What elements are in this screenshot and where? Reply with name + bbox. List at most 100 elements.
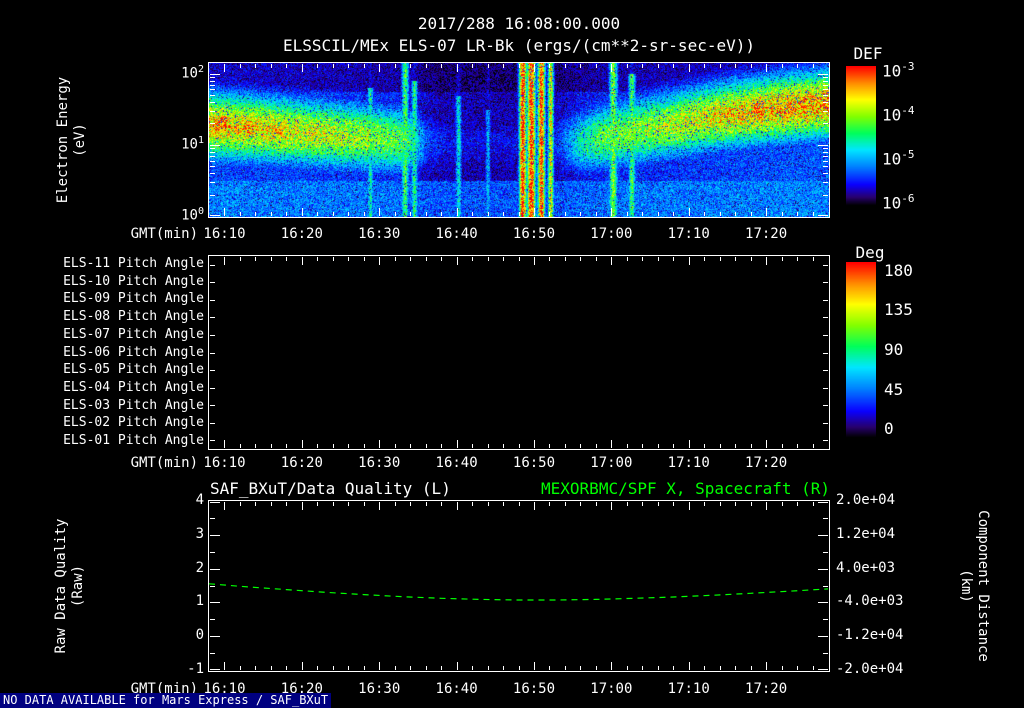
axis-tick bbox=[379, 440, 380, 448]
axis-tick bbox=[472, 666, 473, 670]
axis-tick bbox=[488, 666, 489, 670]
axis-tick bbox=[823, 440, 828, 442]
axis-tick bbox=[302, 257, 303, 265]
axis-tick bbox=[271, 212, 272, 216]
axis-tick bbox=[611, 662, 612, 670]
spectrogram-panel bbox=[208, 62, 830, 218]
axis-tick bbox=[823, 370, 828, 372]
axis-tick bbox=[271, 502, 272, 506]
axis-tick bbox=[457, 662, 458, 670]
axis-tick bbox=[210, 517, 215, 519]
deg-colorbar bbox=[846, 262, 876, 438]
axis-tick bbox=[441, 666, 442, 670]
axis-tick bbox=[457, 502, 458, 510]
axis-tick bbox=[596, 502, 597, 506]
axis-tick bbox=[210, 585, 215, 587]
axis-tick bbox=[823, 123, 828, 125]
axis-tick bbox=[823, 619, 828, 621]
axis-tick bbox=[823, 148, 828, 150]
axis-tick bbox=[549, 502, 550, 506]
axis-tick bbox=[457, 440, 458, 448]
def-colorbar-tick-label: 10-6 bbox=[882, 191, 915, 213]
axis-tick bbox=[751, 502, 752, 506]
axis-tick bbox=[689, 440, 690, 448]
axis-tick bbox=[210, 602, 220, 604]
axis-tick bbox=[823, 160, 828, 162]
axis-tick bbox=[472, 257, 473, 261]
axis-tick bbox=[503, 502, 504, 506]
axis-tick bbox=[797, 212, 798, 216]
axis-tick bbox=[720, 212, 721, 216]
axis-tick bbox=[240, 502, 241, 506]
axis-tick bbox=[658, 257, 659, 261]
axis-tick bbox=[751, 666, 752, 670]
axis-tick bbox=[627, 502, 628, 506]
axis-tick bbox=[673, 502, 674, 506]
deg-colorbar-tick-label: 90 bbox=[884, 340, 904, 359]
axis-tick bbox=[642, 666, 643, 670]
axis-tick bbox=[210, 194, 215, 196]
axis-tick bbox=[333, 444, 334, 448]
axis-tick bbox=[549, 212, 550, 216]
axis-tick bbox=[766, 440, 767, 448]
axis-tick bbox=[818, 144, 828, 146]
axis-tick bbox=[271, 257, 272, 261]
axis-tick bbox=[379, 662, 380, 670]
def-colorbar-tick-label: 10-4 bbox=[882, 104, 915, 125]
pitch-row-label: ELS-01 Pitch Angle bbox=[63, 433, 204, 449]
axis-tick bbox=[735, 502, 736, 506]
axis-tick bbox=[823, 653, 828, 655]
axis-tick bbox=[611, 257, 612, 265]
axis-tick bbox=[658, 502, 659, 506]
axis-tick bbox=[472, 502, 473, 506]
axis-tick bbox=[818, 568, 828, 570]
axis-tick bbox=[472, 64, 473, 68]
axis-tick bbox=[823, 110, 828, 112]
axis-tick bbox=[224, 440, 225, 448]
axis-tick bbox=[813, 666, 814, 670]
deg-colorbar-tick-label: 135 bbox=[884, 300, 913, 320]
axis-tick bbox=[488, 257, 489, 261]
axis-tick bbox=[210, 551, 215, 553]
pitch-row-label: ELS-06 Pitch Angle bbox=[63, 344, 204, 360]
axis-tick bbox=[410, 444, 411, 448]
axis-tick bbox=[395, 257, 396, 261]
axis-tick bbox=[580, 64, 581, 68]
pitch-row-label: ELS-08 Pitch Angle bbox=[63, 309, 204, 325]
axis-tick bbox=[317, 212, 318, 216]
axis-tick bbox=[426, 212, 427, 216]
axis-tick bbox=[823, 517, 828, 519]
axis-tick bbox=[823, 84, 828, 86]
axis-tick bbox=[210, 387, 215, 389]
gmt-axis-label: GMT(min) bbox=[130, 226, 198, 242]
axis-tick bbox=[519, 666, 520, 670]
axis-tick bbox=[224, 208, 225, 216]
deg-colorbar-tick-label: 0 bbox=[884, 419, 894, 439]
energy-tick-label: 101 bbox=[181, 134, 204, 153]
axis-tick bbox=[348, 212, 349, 216]
axis-tick bbox=[766, 208, 767, 216]
axis-tick bbox=[818, 215, 828, 216]
axis-tick bbox=[534, 64, 535, 72]
quality-distance-panel bbox=[208, 500, 830, 672]
deg-colorbar-title: Deg bbox=[855, 243, 885, 262]
axis-tick bbox=[210, 317, 215, 319]
axis-tick bbox=[286, 666, 287, 670]
axis-tick bbox=[240, 64, 241, 68]
axis-tick bbox=[673, 257, 674, 261]
quality-panel-right-title: MEXORBMC/SPF X, Spacecraft (R) bbox=[541, 479, 830, 498]
quality-tick-label: 1 bbox=[195, 593, 204, 610]
axis-tick bbox=[364, 502, 365, 506]
mex-els-plot-page: 2017/288 16:08:00.000 ELSSCIL/MEx ELS-07… bbox=[0, 0, 1024, 708]
axis-tick bbox=[441, 502, 442, 506]
pitch-row-label: ELS-07 Pitch Angle bbox=[63, 326, 204, 342]
axis-tick bbox=[210, 80, 215, 82]
axis-tick bbox=[818, 636, 828, 638]
axis-tick bbox=[751, 212, 752, 216]
axis-tick bbox=[627, 64, 628, 68]
axis-tick bbox=[410, 502, 411, 506]
axis-tick bbox=[364, 444, 365, 448]
axis-tick bbox=[302, 64, 303, 72]
axis-tick bbox=[302, 208, 303, 216]
axis-tick bbox=[580, 212, 581, 216]
